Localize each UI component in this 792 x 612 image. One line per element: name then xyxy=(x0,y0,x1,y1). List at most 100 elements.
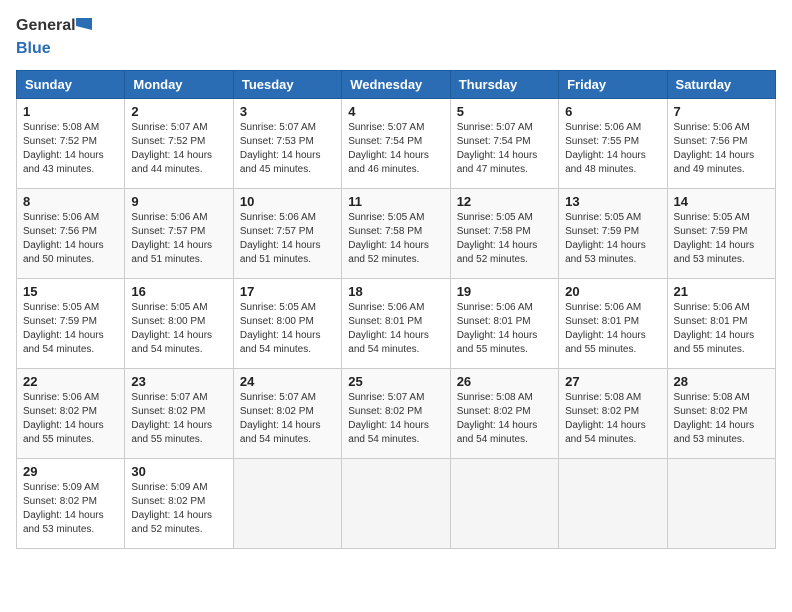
day-info: Sunrise: 5:06 AM Sunset: 8:01 PM Dayligh… xyxy=(348,301,443,357)
calendar-cell: 10 Sunrise: 5:06 AM Sunset: 7:57 PM Dayli… xyxy=(233,188,341,278)
day-number: 18 xyxy=(348,284,443,299)
day-info: Sunrise: 5:05 AM Sunset: 7:59 PM Dayligh… xyxy=(23,301,118,357)
day-number: 9 xyxy=(131,194,226,209)
calendar-cell: 24Sunrise: 5:07 AM Sunset: 8:02 PM Dayli… xyxy=(233,368,341,458)
day-number: 23 xyxy=(131,374,226,389)
header: GeneralBlue xyxy=(16,16,776,58)
calendar-cell: 11 Sunrise: 5:05 AM Sunset: 7:58 PM Dayli… xyxy=(342,188,450,278)
calendar-cell: 27Sunrise: 5:08 AM Sunset: 8:02 PM Dayli… xyxy=(559,368,667,458)
calendar-cell: 15 Sunrise: 5:05 AM Sunset: 7:59 PM Dayli… xyxy=(17,278,125,368)
day-info: Sunrise: 5:05 AM Sunset: 8:00 PM Dayligh… xyxy=(131,301,226,357)
day-number: 6 xyxy=(565,104,660,119)
day-number: 21 xyxy=(674,284,769,299)
calendar-cell: 18 Sunrise: 5:06 AM Sunset: 8:01 PM Dayli… xyxy=(342,278,450,368)
calendar-cell xyxy=(342,458,450,548)
day-info: Sunrise: 5:06 AM Sunset: 7:57 PM Dayligh… xyxy=(240,211,335,267)
day-info: Sunrise: 5:06 AM Sunset: 7:56 PM Dayligh… xyxy=(674,121,769,177)
day-number: 16 xyxy=(131,284,226,299)
calendar-cell: 28 Sunrise: 5:08 AM Sunset: 8:02 PM Dayli… xyxy=(667,368,775,458)
calendar-cell: 19Sunrise: 5:06 AM Sunset: 8:01 PM Dayli… xyxy=(450,278,558,368)
day-number: 24 xyxy=(240,374,335,389)
day-info: Sunrise: 5:06 AM Sunset: 7:55 PM Dayligh… xyxy=(565,121,660,177)
day-info: Sunrise: 5:05 AM Sunset: 7:59 PM Dayligh… xyxy=(674,211,769,267)
header-thursday: Thursday xyxy=(450,70,558,98)
day-info: Sunrise: 5:05 AM Sunset: 7:59 PM Dayligh… xyxy=(565,211,660,267)
day-info: Sunrise: 5:05 AM Sunset: 7:58 PM Dayligh… xyxy=(457,211,552,267)
calendar-header-row: SundayMondayTuesdayWednesdayThursdayFrid… xyxy=(17,70,776,98)
calendar-cell xyxy=(559,458,667,548)
day-number: 25 xyxy=(348,374,443,389)
day-info: Sunrise: 5:06 AM Sunset: 7:57 PM Dayligh… xyxy=(131,211,226,267)
day-number: 4 xyxy=(348,104,443,119)
calendar-cell: 6 Sunrise: 5:06 AM Sunset: 7:55 PM Daylig… xyxy=(559,98,667,188)
calendar-cell: 14 Sunrise: 5:05 AM Sunset: 7:59 PM Dayli… xyxy=(667,188,775,278)
calendar-cell: 2 Sunrise: 5:07 AM Sunset: 7:52 PM Daylig… xyxy=(125,98,233,188)
calendar-cell: 7 Sunrise: 5:06 AM Sunset: 7:56 PM Daylig… xyxy=(667,98,775,188)
day-info: Sunrise: 5:07 AM Sunset: 8:02 PM Dayligh… xyxy=(348,391,443,447)
day-number: 15 xyxy=(23,284,118,299)
calendar-cell: 12 Sunrise: 5:05 AM Sunset: 7:58 PM Dayli… xyxy=(450,188,558,278)
day-number: 28 xyxy=(674,374,769,389)
day-info: Sunrise: 5:05 AM Sunset: 8:00 PM Dayligh… xyxy=(240,301,335,357)
day-info: Sunrise: 5:08 AM Sunset: 7:52 PM Dayligh… xyxy=(23,121,118,177)
calendar-cell: 23 Sunrise: 5:07 AM Sunset: 8:02 PM Dayli… xyxy=(125,368,233,458)
calendar-cell: 3 Sunrise: 5:07 AM Sunset: 7:53 PM Daylig… xyxy=(233,98,341,188)
day-number: 10 xyxy=(240,194,335,209)
calendar-cell xyxy=(667,458,775,548)
calendar-cell: 16 Sunrise: 5:05 AM Sunset: 8:00 PM Dayli… xyxy=(125,278,233,368)
calendar-week-row: 22 Sunrise: 5:06 AM Sunset: 8:02 PM Dayli… xyxy=(17,368,776,458)
day-number: 12 xyxy=(457,194,552,209)
day-number: 29 xyxy=(23,464,118,479)
calendar-cell: 13 Sunrise: 5:05 AM Sunset: 7:59 PM Dayli… xyxy=(559,188,667,278)
calendar-cell: 17 Sunrise: 5:05 AM Sunset: 8:00 PM Dayli… xyxy=(233,278,341,368)
calendar-cell: 21Sunrise: 5:06 AM Sunset: 8:01 PM Dayli… xyxy=(667,278,775,368)
calendar-cell: 4 Sunrise: 5:07 AM Sunset: 7:54 PM Daylig… xyxy=(342,98,450,188)
day-info: Sunrise: 5:08 AM Sunset: 8:02 PM Dayligh… xyxy=(674,391,769,447)
day-number: 19 xyxy=(457,284,552,299)
header-friday: Friday xyxy=(559,70,667,98)
day-number: 20 xyxy=(565,284,660,299)
day-number: 17 xyxy=(240,284,335,299)
calendar-cell xyxy=(233,458,341,548)
day-number: 7 xyxy=(674,104,769,119)
day-info: Sunrise: 5:08 AM Sunset: 8:02 PM Dayligh… xyxy=(457,391,552,447)
calendar: SundayMondayTuesdayWednesdayThursdayFrid… xyxy=(16,70,776,549)
calendar-cell: 9 Sunrise: 5:06 AM Sunset: 7:57 PM Daylig… xyxy=(125,188,233,278)
day-number: 1 xyxy=(23,104,118,119)
calendar-cell: 22 Sunrise: 5:06 AM Sunset: 8:02 PM Dayli… xyxy=(17,368,125,458)
day-info: Sunrise: 5:06 AM Sunset: 8:02 PM Dayligh… xyxy=(23,391,118,447)
logo-general-text: General xyxy=(16,17,76,35)
day-number: 30 xyxy=(131,464,226,479)
calendar-cell: 25 Sunrise: 5:07 AM Sunset: 8:02 PM Dayli… xyxy=(342,368,450,458)
day-info: Sunrise: 5:07 AM Sunset: 7:52 PM Dayligh… xyxy=(131,121,226,177)
calendar-cell: 5 Sunrise: 5:07 AM Sunset: 7:54 PM Daylig… xyxy=(450,98,558,188)
day-number: 27 xyxy=(565,374,660,389)
day-info: Sunrise: 5:07 AM Sunset: 8:02 PM Dayligh… xyxy=(131,391,226,447)
day-info: Sunrise: 5:07 AM Sunset: 7:54 PM Dayligh… xyxy=(348,121,443,177)
day-info: Sunrise: 5:06 AM Sunset: 8:01 PM Dayligh… xyxy=(565,301,660,357)
calendar-cell: 30 Sunrise: 5:09 AM Sunset: 8:02 PM Dayli… xyxy=(125,458,233,548)
day-number: 2 xyxy=(131,104,226,119)
day-info: Sunrise: 5:07 AM Sunset: 7:54 PM Dayligh… xyxy=(457,121,552,177)
day-number: 14 xyxy=(674,194,769,209)
day-number: 26 xyxy=(457,374,552,389)
day-info: Sunrise: 5:09 AM Sunset: 8:02 PM Dayligh… xyxy=(131,481,226,537)
day-info: Sunrise: 5:09 AM Sunset: 8:02 PM Dayligh… xyxy=(23,481,118,537)
day-number: 22 xyxy=(23,374,118,389)
day-info: Sunrise: 5:05 AM Sunset: 7:58 PM Dayligh… xyxy=(348,211,443,267)
day-info: Sunrise: 5:06 AM Sunset: 7:56 PM Dayligh… xyxy=(23,211,118,267)
day-number: 13 xyxy=(565,194,660,209)
calendar-cell: 8Sunrise: 5:06 AM Sunset: 7:56 PM Daylig… xyxy=(17,188,125,278)
calendar-cell: 1 Sunrise: 5:08 AM Sunset: 7:52 PM Daylig… xyxy=(17,98,125,188)
logo: GeneralBlue xyxy=(16,16,92,58)
header-saturday: Saturday xyxy=(667,70,775,98)
header-sunday: Sunday xyxy=(17,70,125,98)
header-tuesday: Tuesday xyxy=(233,70,341,98)
calendar-week-row: 29 Sunrise: 5:09 AM Sunset: 8:02 PM Dayli… xyxy=(17,458,776,548)
calendar-week-row: 1 Sunrise: 5:08 AM Sunset: 7:52 PM Daylig… xyxy=(17,98,776,188)
day-number: 3 xyxy=(240,104,335,119)
day-number: 11 xyxy=(348,194,443,209)
day-info: Sunrise: 5:07 AM Sunset: 7:53 PM Dayligh… xyxy=(240,121,335,177)
day-number: 5 xyxy=(457,104,552,119)
calendar-cell: 26 Sunrise: 5:08 AM Sunset: 8:02 PM Dayli… xyxy=(450,368,558,458)
